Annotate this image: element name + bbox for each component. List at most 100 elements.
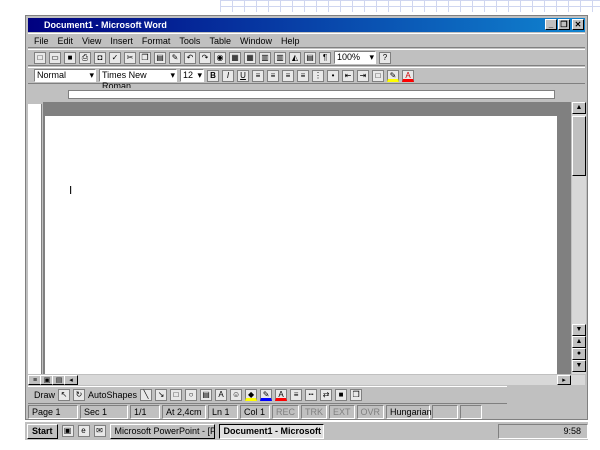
minimize-button[interactable]: _ — [545, 19, 557, 30]
vertical-ruler[interactable] — [28, 104, 42, 374]
menu-tools[interactable]: Tools — [179, 36, 200, 46]
system-tray: 9:58 — [498, 423, 588, 439]
line-icon[interactable]: ╲ — [140, 389, 153, 401]
menu-file[interactable]: File — [34, 36, 49, 46]
underline-button[interactable]: U — [237, 69, 249, 82]
previous-page-button[interactable]: ▲ — [572, 336, 586, 348]
status-bar: Page 1 Sec 1 1/1 At 2,4cm Ln 1 Col 1 REC… — [28, 405, 585, 419]
close-button[interactable]: ✕ — [572, 19, 584, 30]
free-rotate-icon[interactable]: ↻ — [73, 389, 86, 401]
align-left-icon[interactable]: ≡ — [252, 69, 264, 82]
open-icon[interactable]: ▭ — [49, 51, 61, 64]
line-color-icon[interactable]: ✎ — [260, 389, 273, 401]
align-right-icon[interactable]: ≡ — [282, 69, 294, 82]
zoom-select[interactable]: 100% — [334, 51, 376, 64]
title-bar: Document1 - Microsoft Word _ ❐ ✕ — [28, 18, 585, 32]
dash-style-icon[interactable]: ┅ — [305, 389, 318, 401]
oval-icon[interactable]: ○ — [185, 389, 198, 401]
menu-view[interactable]: View — [82, 36, 101, 46]
scroll-left-button[interactable]: ◂ — [64, 375, 78, 385]
line-style-icon[interactable]: ≡ — [290, 389, 303, 401]
menu-edit[interactable]: Edit — [58, 36, 74, 46]
borders-icon[interactable]: □ — [372, 69, 384, 82]
justify-icon[interactable]: ≡ — [297, 69, 309, 82]
columns-icon[interactable]: ▥ — [274, 51, 286, 64]
vertical-scrollbar[interactable]: ▲ ▼ ▲ ● ▼ — [572, 102, 586, 374]
window-title: Document1 - Microsoft Word — [44, 20, 167, 30]
document-page[interactable]: Ⅰ — [45, 116, 557, 374]
select-browse-object-button[interactable]: ● — [572, 348, 586, 360]
document-map-icon[interactable]: ▤ — [304, 51, 316, 64]
italic-button[interactable]: I — [222, 69, 234, 82]
copy-icon[interactable]: ❐ — [139, 51, 151, 64]
rectangle-icon[interactable]: □ — [170, 389, 183, 401]
format-painter-icon[interactable]: ✎ — [169, 51, 181, 64]
print-preview-icon[interactable]: ◘ — [94, 51, 106, 64]
horizontal-ruler[interactable] — [28, 88, 585, 102]
menu-insert[interactable]: Insert — [110, 36, 133, 46]
clip-art-icon[interactable]: ☺ — [230, 389, 243, 401]
arrow-style-icon[interactable]: ⇄ — [320, 389, 333, 401]
text-box-icon[interactable]: ▤ — [200, 389, 213, 401]
numbering-icon[interactable]: ⋮ — [312, 69, 324, 82]
decrease-indent-icon[interactable]: ⇤ — [342, 69, 354, 82]
slide-background-grid — [220, 0, 600, 12]
font-size-select[interactable]: 12 — [180, 69, 204, 82]
show-hide-icon[interactable]: ¶ — [319, 51, 331, 64]
status-at: At 2,4cm — [162, 405, 206, 419]
status-trk[interactable]: TRK — [301, 405, 328, 419]
insert-table-icon[interactable]: ▦ — [244, 51, 256, 64]
hyperlink-icon[interactable]: ◉ — [214, 51, 226, 64]
paste-icon[interactable]: ▤ — [154, 51, 166, 64]
3d-icon[interactable]: ❒ — [350, 389, 363, 401]
status-rec[interactable]: REC — [272, 405, 300, 419]
font-select[interactable]: Times New Roman — [99, 69, 177, 91]
outlook-express-icon[interactable]: ✉ — [93, 425, 106, 437]
save-icon[interactable]: ■ — [64, 51, 76, 64]
undo-icon[interactable]: ↶ — [184, 51, 196, 64]
wordart-icon[interactable]: A — [215, 389, 228, 401]
insert-excel-icon[interactable]: ▥ — [259, 51, 271, 64]
shadow-icon[interactable]: ■ — [335, 389, 348, 401]
menu-format[interactable]: Format — [142, 36, 171, 46]
scroll-down-button[interactable]: ▼ — [572, 324, 586, 336]
new-icon[interactable]: □ — [34, 51, 46, 64]
increase-indent-icon[interactable]: ⇥ — [357, 69, 369, 82]
scroll-thumb[interactable] — [572, 116, 586, 176]
help-icon[interactable]: ? — [379, 51, 391, 64]
internet-explorer-icon[interactable]: e — [77, 425, 90, 437]
select-objects-icon[interactable]: ↖ — [58, 389, 71, 401]
style-select[interactable]: Normal — [34, 69, 96, 82]
fill-color-icon[interactable]: ◆ — [245, 389, 258, 401]
status-language[interactable]: Hungarian — [386, 405, 432, 419]
task-word[interactable]: Document1 - Microsoft — [218, 423, 324, 439]
scroll-up-button[interactable]: ▲ — [572, 102, 586, 114]
menu-table[interactable]: Table — [209, 36, 231, 46]
menu-window[interactable]: Window — [240, 36, 272, 46]
bullets-icon[interactable]: • — [327, 69, 339, 82]
status-ext[interactable]: EXT — [329, 405, 355, 419]
draw-menu[interactable]: Draw — [34, 390, 55, 400]
horizontal-scrollbar[interactable]: ≡ ▣ ▤ ◂ ▸ — [28, 375, 585, 385]
task-powerpoint[interactable]: Microsoft PowerPoint - [Pr — [109, 423, 215, 439]
show-desktop-icon[interactable]: ▣ — [61, 425, 74, 437]
scroll-right-button[interactable]: ▸ — [557, 375, 571, 385]
redo-icon[interactable]: ↷ — [199, 51, 211, 64]
drawing-icon[interactable]: ◭ — [289, 51, 301, 64]
font-color-icon[interactable]: A — [402, 69, 414, 82]
tables-borders-icon[interactable]: ▦ — [229, 51, 241, 64]
autoshapes-menu[interactable]: AutoShapes — [88, 390, 137, 400]
spelling-icon[interactable]: ✓ — [109, 51, 121, 64]
align-center-icon[interactable]: ≡ — [267, 69, 279, 82]
bold-button[interactable]: B — [207, 69, 219, 82]
menu-help[interactable]: Help — [281, 36, 300, 46]
start-button[interactable]: Start — [27, 423, 58, 439]
print-icon[interactable]: ⎙ — [79, 51, 91, 64]
cut-icon[interactable]: ✂ — [124, 51, 136, 64]
status-ovr[interactable]: OVR — [356, 405, 385, 419]
drawing-font-color-icon[interactable]: A — [275, 389, 288, 401]
arrow-icon[interactable]: ↘ — [155, 389, 168, 401]
next-page-button[interactable]: ▼ — [572, 360, 586, 372]
maximize-button[interactable]: ❐ — [558, 19, 570, 30]
highlight-icon[interactable]: ✎ — [387, 69, 399, 82]
